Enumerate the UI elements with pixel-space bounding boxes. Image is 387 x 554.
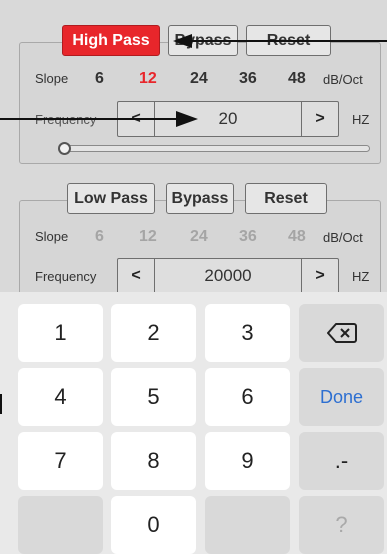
key-punctuation[interactable]: .- (299, 432, 384, 490)
high-pass-button[interactable]: High Pass (62, 25, 160, 56)
key-0[interactable]: 0 (111, 496, 196, 554)
key-8[interactable]: 8 (111, 432, 196, 490)
low-pass-frequency-decrement-button[interactable]: < (118, 259, 155, 292)
low-pass-frequency-stepper: < 20000 > (117, 258, 339, 292)
low-pass-slope-48[interactable]: 48 (288, 228, 306, 246)
key-blank-left (18, 496, 103, 554)
high-pass-frequency-label: Frequency (35, 112, 97, 127)
key-done[interactable]: Done (299, 368, 384, 426)
low-pass-reset-button[interactable]: Reset (245, 183, 327, 214)
low-pass-slope-24[interactable]: 24 (190, 228, 208, 246)
high-pass-frequency-input[interactable]: 20 (155, 102, 301, 136)
high-pass-frequency-unit: HZ (352, 112, 370, 127)
key-9[interactable]: 9 (205, 432, 290, 490)
key-5[interactable]: 5 (111, 368, 196, 426)
low-pass-button[interactable]: Low Pass (67, 183, 155, 214)
high-pass-frequency-increment-button[interactable]: > (301, 102, 338, 136)
low-pass-slope-unit: dB/Oct (323, 230, 363, 245)
key-1[interactable]: 1 (18, 304, 103, 362)
high-pass-frequency-slider-track[interactable] (64, 145, 370, 152)
high-pass-slope-24[interactable]: 24 (190, 70, 208, 88)
high-pass-slope-12[interactable]: 12 (139, 70, 157, 88)
high-pass-slope-6[interactable]: 6 (95, 70, 104, 88)
high-pass-slope-36[interactable]: 36 (239, 70, 257, 88)
key-7[interactable]: 7 (18, 432, 103, 490)
key-unknown: ? (299, 496, 384, 554)
callout-marker (0, 394, 2, 414)
high-pass-frequency-slider-thumb[interactable] (58, 142, 71, 155)
high-pass-bypass-button[interactable]: Bypass (168, 25, 238, 56)
key-blank-right (205, 496, 290, 554)
key-6[interactable]: 6 (205, 368, 290, 426)
low-pass-bypass-button[interactable]: Bypass (166, 183, 234, 214)
key-backspace[interactable] (299, 304, 384, 362)
numeric-keyboard: 1 2 3 4 5 6 Done 7 8 9 .- 0 ? (0, 292, 387, 554)
key-4[interactable]: 4 (18, 368, 103, 426)
low-pass-frequency-unit: HZ (352, 269, 370, 284)
eq-screen: High Pass Bypass Reset Slope 6 12 24 36 … (0, 0, 387, 292)
low-pass-frequency-input[interactable]: 20000 (155, 259, 301, 292)
high-pass-reset-button[interactable]: Reset (246, 25, 331, 56)
low-pass-slope-6[interactable]: 6 (95, 228, 104, 246)
high-pass-frequency-stepper: < 20 > (117, 101, 339, 137)
high-pass-slope-unit: dB/Oct (323, 72, 363, 87)
low-pass-slope-36[interactable]: 36 (239, 228, 257, 246)
key-3[interactable]: 3 (205, 304, 290, 362)
low-pass-slope-label: Slope (35, 229, 69, 244)
low-pass-frequency-increment-button[interactable]: > (301, 259, 338, 292)
key-2[interactable]: 2 (111, 304, 196, 362)
high-pass-slope-48[interactable]: 48 (288, 70, 306, 88)
low-pass-slope-12[interactable]: 12 (139, 228, 157, 246)
high-pass-frequency-decrement-button[interactable]: < (118, 102, 155, 136)
low-pass-frequency-label: Frequency (35, 269, 97, 284)
high-pass-slope-label: Slope (35, 71, 69, 86)
backspace-icon (326, 323, 357, 343)
